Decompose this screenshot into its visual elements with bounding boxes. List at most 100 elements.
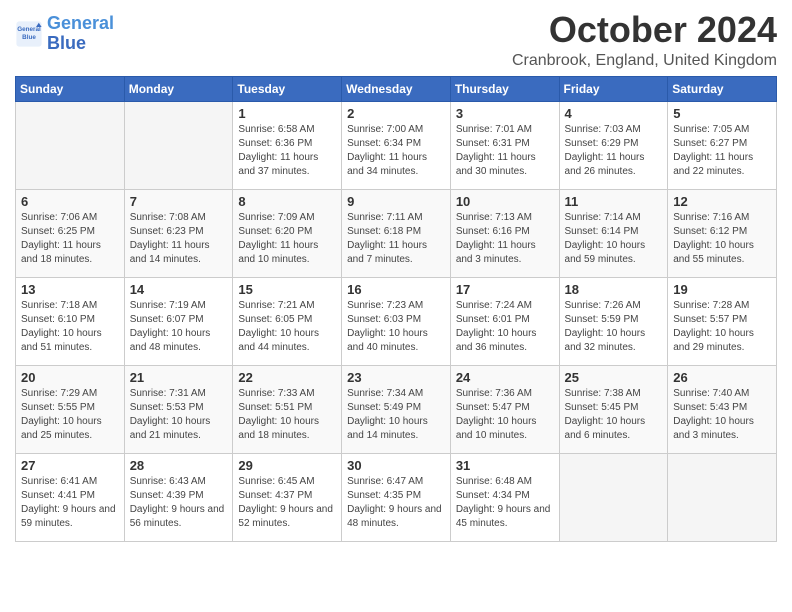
calendar-week-5: 27 Sunrise: 6:41 AM Sunset: 4:41 PM Dayli… [16,453,777,541]
day-info: Sunrise: 7:24 AM Sunset: 6:01 PM Dayligh… [456,299,554,355]
day-info: Sunrise: 6:47 AM Sunset: 4:35 PM Dayligh… [347,475,445,531]
day-info: Sunrise: 6:45 AM Sunset: 4:37 PM Dayligh… [238,475,336,531]
calendar-cell: 17Sunrise: 7:24 AM Sunset: 6:01 PM Dayli… [450,277,559,365]
calendar-cell: 22Sunrise: 7:33 AM Sunset: 5:51 PM Dayli… [233,365,342,453]
calendar-cell: 16 Sunrise: 7:23 AM Sunset: 6:03 PM Dayli… [342,277,451,365]
svg-text:Blue: Blue [22,34,36,41]
calendar-cell: 31 Sunrise: 6:48 AM Sunset: 4:34 PM Dayli… [450,453,559,541]
day-number: 1 [238,106,336,121]
day-info: Sunrise: 7:23 AM Sunset: 6:03 PM Dayligh… [347,299,445,355]
day-info: Sunrise: 7:36 AM Sunset: 5:47 PM Dayligh… [456,387,554,443]
month-title: October 2024 [512,10,777,50]
day-number: 28 [130,458,228,473]
day-info: Sunrise: 7:21 AM Sunset: 6:05 PM Dayligh… [238,299,336,355]
day-number: 18 [565,282,663,297]
svg-text:General: General [17,26,41,33]
day-info: Sunrise: 6:48 AM Sunset: 4:34 PM Dayligh… [456,475,554,531]
weekday-header-tuesday: Tuesday [233,76,342,101]
day-info: Sunrise: 7:28 AM Sunset: 5:57 PM Dayligh… [673,299,771,355]
day-info: Sunrise: 7:26 AM Sunset: 5:59 PM Dayligh… [565,299,663,355]
calendar-cell: 26 Sunrise: 7:40 AM Sunset: 5:43 PM Dayli… [668,365,777,453]
day-number: 11 [565,194,663,209]
day-info: Sunrise: 6:41 AM Sunset: 4:41 PM Dayligh… [21,475,119,531]
calendar-cell: 21 Sunrise: 7:31 AM Sunset: 5:53 PM Dayli… [124,365,233,453]
day-number: 14 [130,282,228,297]
day-info: Sunrise: 7:16 AM Sunset: 6:12 PM Dayligh… [673,211,771,267]
calendar-cell: 25Sunrise: 7:38 AM Sunset: 5:45 PM Dayli… [559,365,668,453]
logo: General Blue GeneralBlue [15,14,114,54]
day-info: Sunrise: 7:06 AM Sunset: 6:25 PM Dayligh… [21,211,119,267]
weekday-header-row: SundayMondayTuesdayWednesdayThursdayFrid… [16,76,777,101]
calendar-cell: 12Sunrise: 7:16 AM Sunset: 6:12 PM Dayli… [668,189,777,277]
day-number: 6 [21,194,119,209]
day-number: 24 [456,370,554,385]
weekday-header-saturday: Saturday [668,76,777,101]
calendar-cell [124,101,233,189]
calendar-cell: 20Sunrise: 7:29 AM Sunset: 5:55 PM Dayli… [16,365,125,453]
day-number: 23 [347,370,445,385]
day-info: Sunrise: 7:19 AM Sunset: 6:07 PM Dayligh… [130,299,228,355]
day-number: 27 [21,458,119,473]
calendar-week-4: 20Sunrise: 7:29 AM Sunset: 5:55 PM Dayli… [16,365,777,453]
calendar-cell: 30 Sunrise: 6:47 AM Sunset: 4:35 PM Dayli… [342,453,451,541]
day-number: 10 [456,194,554,209]
day-info: Sunrise: 7:31 AM Sunset: 5:53 PM Dayligh… [130,387,228,443]
day-number: 26 [673,370,771,385]
calendar-cell: 4Sunrise: 7:03 AM Sunset: 6:29 PM Daylig… [559,101,668,189]
day-number: 30 [347,458,445,473]
day-info: Sunrise: 7:11 AM Sunset: 6:18 PM Dayligh… [347,211,445,267]
calendar-cell: 29 Sunrise: 6:45 AM Sunset: 4:37 PM Dayli… [233,453,342,541]
calendar-cell: 3 Sunrise: 7:01 AM Sunset: 6:31 PM Daylig… [450,101,559,189]
calendar-cell: 8 Sunrise: 7:09 AM Sunset: 6:20 PM Daylig… [233,189,342,277]
weekday-header-sunday: Sunday [16,76,125,101]
day-info: Sunrise: 7:01 AM Sunset: 6:31 PM Dayligh… [456,123,554,179]
day-number: 16 [347,282,445,297]
calendar-cell: 28Sunrise: 6:43 AM Sunset: 4:39 PM Dayli… [124,453,233,541]
calendar-week-2: 6 Sunrise: 7:06 AM Sunset: 6:25 PM Daylig… [16,189,777,277]
calendar-table: SundayMondayTuesdayWednesdayThursdayFrid… [15,76,777,542]
day-info: Sunrise: 7:13 AM Sunset: 6:16 PM Dayligh… [456,211,554,267]
calendar-cell: 9 Sunrise: 7:11 AM Sunset: 6:18 PM Daylig… [342,189,451,277]
day-number: 21 [130,370,228,385]
day-number: 19 [673,282,771,297]
day-info: Sunrise: 7:14 AM Sunset: 6:14 PM Dayligh… [565,211,663,267]
day-number: 2 [347,106,445,121]
day-info: Sunrise: 7:08 AM Sunset: 6:23 PM Dayligh… [130,211,228,267]
logo-icon: General Blue [15,20,43,48]
weekday-header-wednesday: Wednesday [342,76,451,101]
day-number: 3 [456,106,554,121]
calendar-cell: 15 Sunrise: 7:21 AM Sunset: 6:05 PM Dayli… [233,277,342,365]
calendar-cell: 23 Sunrise: 7:34 AM Sunset: 5:49 PM Dayli… [342,365,451,453]
day-number: 4 [565,106,663,121]
day-info: Sunrise: 7:33 AM Sunset: 5:51 PM Dayligh… [238,387,336,443]
calendar-cell [668,453,777,541]
calendar-cell: 6 Sunrise: 7:06 AM Sunset: 6:25 PM Daylig… [16,189,125,277]
logo-text: GeneralBlue [47,14,114,54]
calendar-cell: 13Sunrise: 7:18 AM Sunset: 6:10 PM Dayli… [16,277,125,365]
calendar-cell: 2Sunrise: 7:00 AM Sunset: 6:34 PM Daylig… [342,101,451,189]
calendar-cell: 1 Sunrise: 6:58 AM Sunset: 6:36 PM Daylig… [233,101,342,189]
day-number: 31 [456,458,554,473]
day-number: 9 [347,194,445,209]
calendar-body: 1 Sunrise: 6:58 AM Sunset: 6:36 PM Daylig… [16,101,777,541]
day-number: 29 [238,458,336,473]
weekday-header-monday: Monday [124,76,233,101]
day-number: 8 [238,194,336,209]
weekday-header-friday: Friday [559,76,668,101]
day-number: 5 [673,106,771,121]
day-info: Sunrise: 7:40 AM Sunset: 5:43 PM Dayligh… [673,387,771,443]
calendar-week-3: 13Sunrise: 7:18 AM Sunset: 6:10 PM Dayli… [16,277,777,365]
day-info: Sunrise: 7:09 AM Sunset: 6:20 PM Dayligh… [238,211,336,267]
day-info: Sunrise: 7:34 AM Sunset: 5:49 PM Dayligh… [347,387,445,443]
day-number: 7 [130,194,228,209]
calendar-cell: 24 Sunrise: 7:36 AM Sunset: 5:47 PM Dayli… [450,365,559,453]
calendar-cell [16,101,125,189]
day-info: Sunrise: 6:58 AM Sunset: 6:36 PM Dayligh… [238,123,336,179]
day-number: 15 [238,282,336,297]
location: Cranbrook, England, United Kingdom [512,52,777,70]
title-area: October 2024 Cranbrook, England, United … [512,10,777,70]
calendar-cell: 19 Sunrise: 7:28 AM Sunset: 5:57 PM Dayli… [668,277,777,365]
day-number: 13 [21,282,119,297]
calendar-cell: 14 Sunrise: 7:19 AM Sunset: 6:07 PM Dayli… [124,277,233,365]
day-number: 20 [21,370,119,385]
